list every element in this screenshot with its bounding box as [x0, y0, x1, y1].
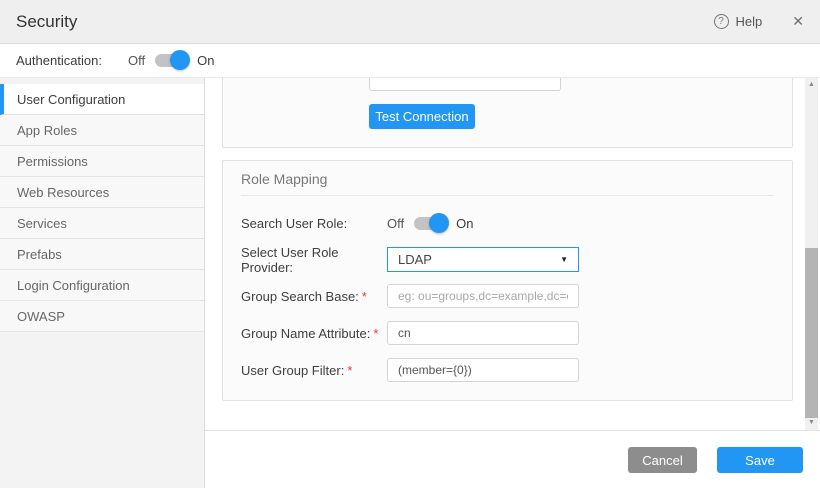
divider	[241, 195, 774, 196]
chevron-down-icon: ▼	[560, 255, 568, 264]
user-group-filter-label: User Group Filter:*	[241, 363, 387, 378]
sidebar-item-permissions[interactable]: Permissions	[0, 146, 204, 177]
group-search-base-input[interactable]	[387, 284, 579, 308]
sidebar-item-prefabs[interactable]: Prefabs	[0, 239, 204, 270]
required-mark: *	[347, 363, 352, 378]
footer: Cancel Save	[205, 430, 820, 488]
provider-label: Select User Role Provider:	[241, 245, 387, 275]
header-actions: ? Help ✕	[714, 13, 804, 30]
user-role-provider-select[interactable]: LDAP ▼	[387, 247, 579, 272]
sidebar-item-label: Prefabs	[17, 247, 62, 262]
toggle-knob	[170, 50, 190, 70]
required-mark: *	[373, 326, 378, 341]
toggle-on-label: On	[197, 53, 214, 68]
sidebar-item-app-roles[interactable]: App Roles	[0, 115, 204, 146]
search-user-role-toggle[interactable]: Off On	[387, 216, 473, 231]
required-mark: *	[362, 289, 367, 304]
toggle-track	[414, 217, 444, 230]
sidebar-item-services[interactable]: Services	[0, 208, 204, 239]
cancel-button[interactable]: Cancel	[628, 447, 697, 473]
role-mapping-title: Role Mapping	[241, 171, 774, 187]
group-name-attribute-label: Group Name Attribute:*	[241, 326, 387, 341]
connection-card: Test Connection	[222, 78, 793, 148]
main-panel: Test Connection Role Mapping Search User…	[205, 78, 820, 488]
sidebar-list: User Configuration App Roles Permissions…	[0, 84, 204, 332]
sidebar-item-web-resources[interactable]: Web Resources	[0, 177, 204, 208]
authentication-label: Authentication:	[16, 53, 102, 68]
help-link[interactable]: Help	[736, 14, 763, 29]
toggle-off-label: Off	[128, 53, 145, 68]
scrollbar-thumb[interactable]	[805, 248, 818, 418]
sidebar-item-label: App Roles	[17, 123, 77, 138]
group-name-attribute-input[interactable]	[387, 321, 579, 345]
header: Security ? Help ✕	[0, 0, 820, 44]
group-name-attribute-row: Group Name Attribute:*	[241, 321, 774, 345]
sidebar-item-label: Permissions	[17, 154, 88, 169]
selected-option: LDAP	[398, 252, 432, 267]
sidebar: User Configuration App Roles Permissions…	[0, 78, 205, 488]
sidebar-item-label: User Configuration	[17, 92, 125, 107]
vertical-scrollbar[interactable]: ▲ ▼	[805, 78, 818, 430]
user-group-filter-input[interactable]	[387, 358, 579, 382]
scroll-down-icon[interactable]: ▼	[805, 419, 818, 426]
truncated-input[interactable]	[369, 78, 561, 91]
sidebar-item-label: OWASP	[17, 309, 65, 324]
provider-row: Select User Role Provider: LDAP ▼	[241, 247, 774, 272]
user-group-filter-row: User Group Filter:*	[241, 358, 774, 382]
sidebar-item-label: Services	[17, 216, 67, 231]
group-search-base-label: Group Search Base:*	[241, 289, 387, 304]
toggle-track	[155, 54, 185, 67]
sidebar-item-label: Login Configuration	[17, 278, 130, 293]
toggle-on-label: On	[456, 216, 473, 231]
help-icon[interactable]: ?	[714, 14, 729, 29]
role-mapping-card: Role Mapping Search User Role: Off On Se…	[222, 160, 793, 401]
authentication-toggle[interactable]: Off On	[128, 53, 214, 68]
scroll-up-icon[interactable]: ▲	[805, 81, 818, 88]
save-button[interactable]: Save	[717, 447, 803, 473]
authentication-bar: Authentication: Off On	[0, 44, 820, 78]
group-search-base-row: Group Search Base:*	[241, 284, 774, 308]
test-connection-button[interactable]: Test Connection	[369, 104, 475, 129]
sidebar-item-owasp[interactable]: OWASP	[0, 301, 204, 332]
page-title: Security	[16, 12, 77, 32]
close-icon[interactable]: ✕	[792, 13, 804, 30]
sidebar-item-login-configuration[interactable]: Login Configuration	[0, 270, 204, 301]
search-user-role-label: Search User Role:	[241, 216, 387, 231]
toggle-off-label: Off	[387, 216, 404, 231]
toggle-knob	[429, 213, 449, 233]
scroll-area: Test Connection Role Mapping Search User…	[205, 78, 820, 430]
sidebar-item-label: Web Resources	[17, 185, 109, 200]
search-user-role-row: Search User Role: Off On	[241, 209, 774, 237]
sidebar-item-user-configuration[interactable]: User Configuration	[0, 84, 204, 115]
